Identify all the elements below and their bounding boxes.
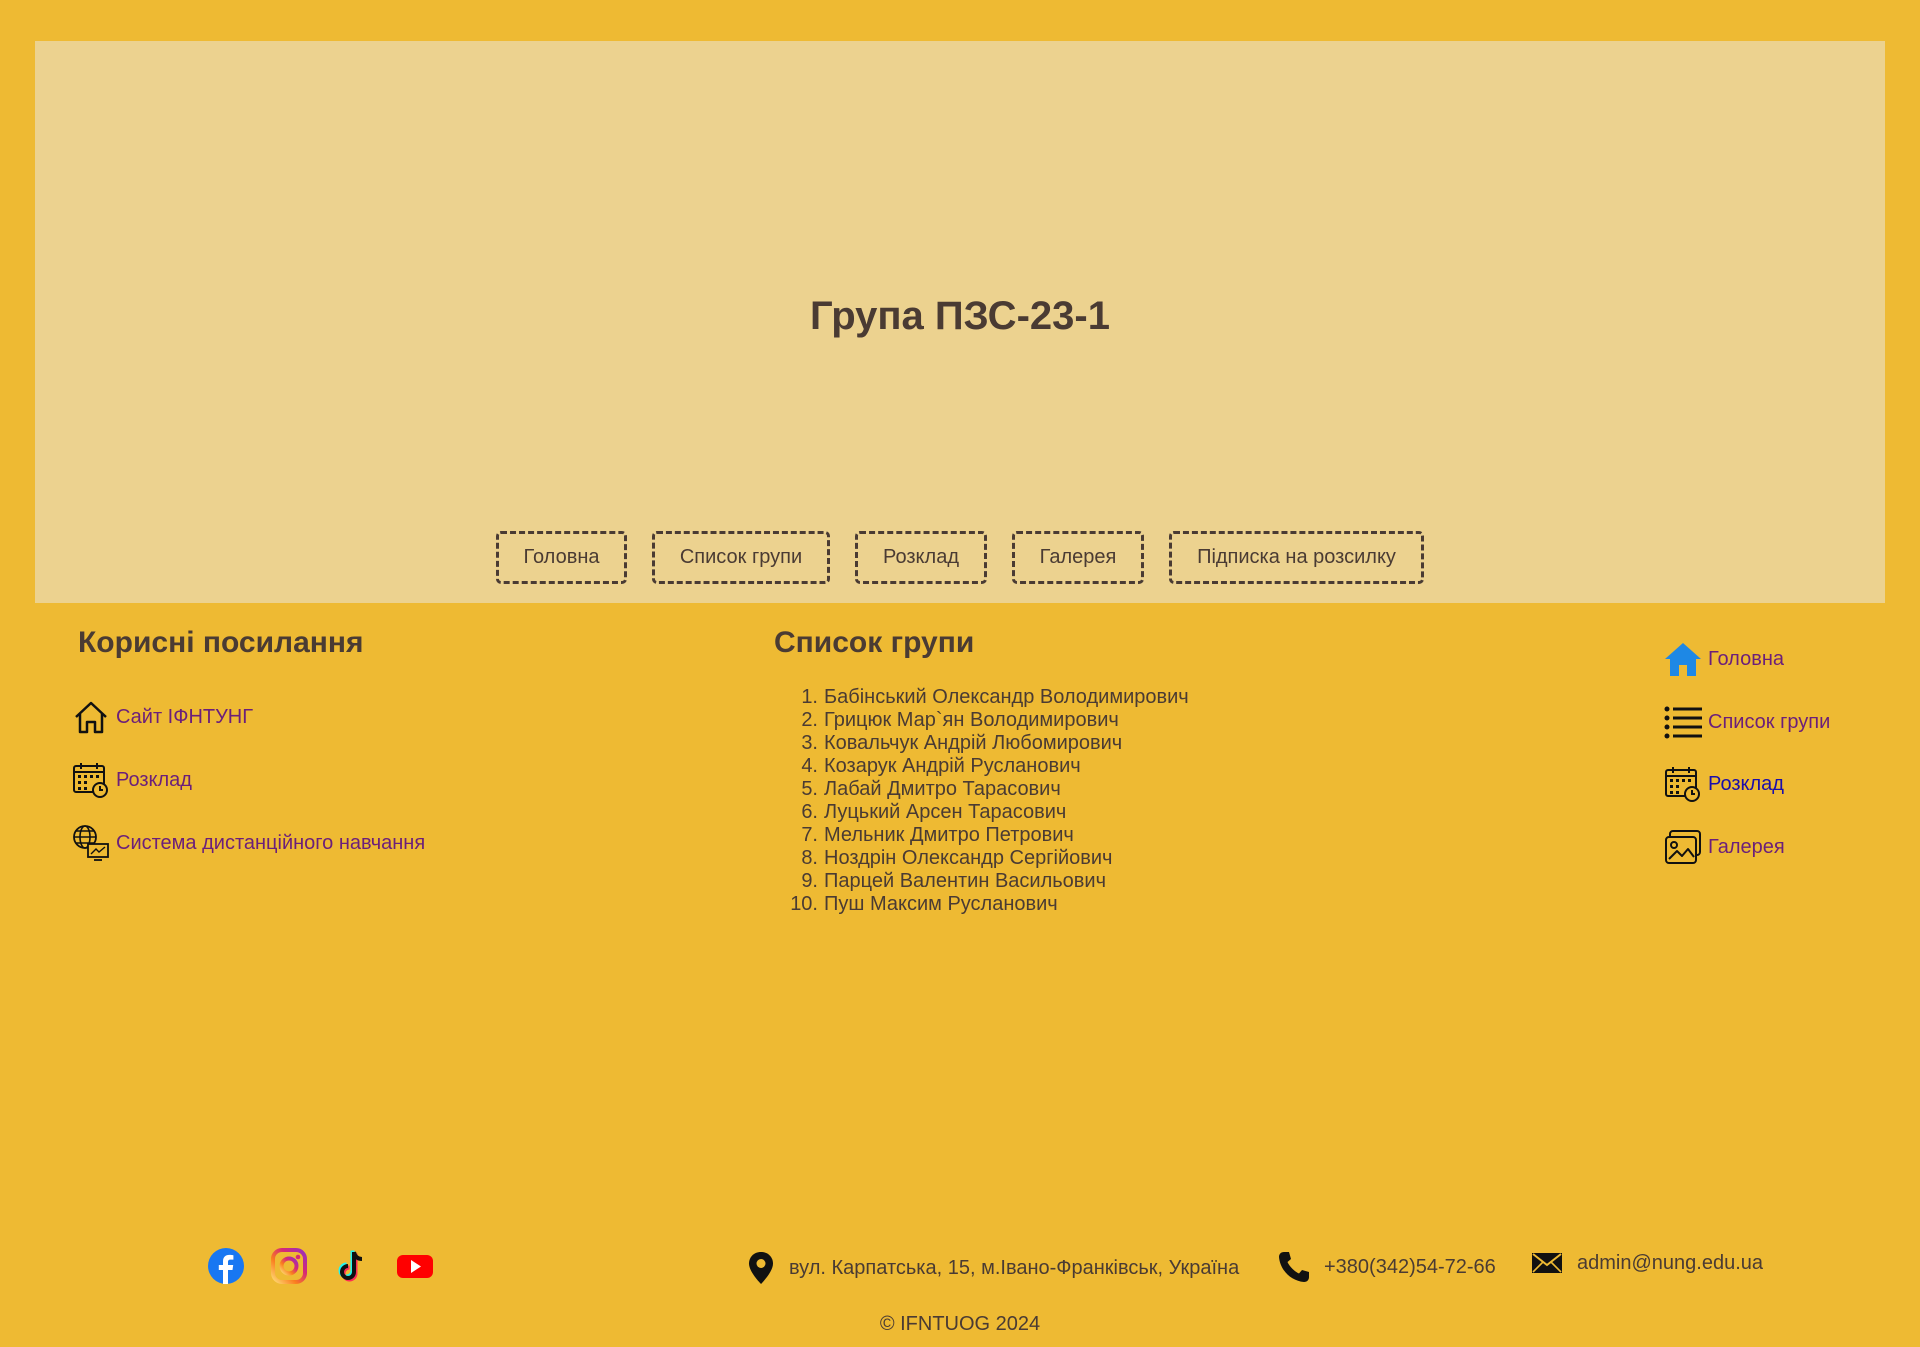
- youtube-icon[interactable]: [396, 1247, 434, 1285]
- tiktok-icon[interactable]: [333, 1247, 371, 1285]
- phone-text: +380(342)54-72-66: [1324, 1255, 1496, 1278]
- nav-group-list-button[interactable]: Список групи: [652, 531, 830, 584]
- link-schedule-label: Розклад: [116, 768, 192, 791]
- phone-icon: [1279, 1252, 1309, 1282]
- side-nav-gallery-label: Галерея: [1708, 835, 1785, 858]
- copyright-text: © IFNTUOG 2024: [879, 1313, 1041, 1335]
- address-text: вул. Карпатська, 15, м.Івано-Франківськ,…: [789, 1256, 1240, 1279]
- student-list: 1. Бабінський Олександр Володимирович 2. Г…: [775, 686, 1189, 916]
- list-item: 1. Бабінський Олександр Володимирович: [801, 686, 1189, 708]
- side-nav-schedule[interactable]: Розклад: [1664, 765, 1784, 803]
- location-pin-icon: [749, 1252, 773, 1284]
- side-nav-schedule-label: Розклад: [1708, 772, 1784, 795]
- list-item: 6. Луцький Арсен Тарасович: [801, 801, 1067, 823]
- address-contact: вул. Карпатська, 15, м.Івано-Франківськ,…: [747, 1251, 1239, 1285]
- list-item: 2. Грицюк Мар`ян Володимирович: [801, 709, 1119, 731]
- side-nav-home-label: Головна: [1708, 647, 1784, 670]
- list-item: 7. Мельник Дмитро Петрович: [801, 824, 1074, 846]
- nav-subscribe-button[interactable]: Підписка на розсилку: [1169, 531, 1424, 584]
- nav-home-button[interactable]: Головна: [496, 531, 627, 584]
- side-nav-group-list[interactable]: Список групи: [1664, 703, 1830, 741]
- envelope-icon: [1532, 1253, 1562, 1273]
- nav-schedule-button[interactable]: Розклад: [855, 531, 987, 584]
- list-item: 3. Ковальчук Андрій Любомирович: [801, 732, 1123, 754]
- facebook-icon[interactable]: [207, 1247, 245, 1285]
- list-item: 8. Ноздрін Олександр Сергійович: [801, 847, 1113, 869]
- list-icon: [1664, 706, 1702, 739]
- email-contact: admin@nung.edu.ua: [1531, 1251, 1763, 1275]
- useful-links-title: Корисні посилання: [78, 626, 364, 659]
- instagram-icon[interactable]: [270, 1247, 308, 1285]
- list-item: 10. Пуш Максим Русланович: [790, 893, 1058, 915]
- link-distance-learning-label: Система дистанційного навчання: [116, 831, 426, 854]
- header-banner: Група ПЗС-23-1 Головна Список групи Розк…: [35, 41, 1885, 603]
- main-nav: Головна Список групи Розклад Галерея Під…: [35, 531, 1885, 584]
- link-university-site[interactable]: Сайт ІФНТУНГ: [72, 698, 253, 736]
- home-filled-icon: [1665, 643, 1701, 676]
- list-item: 4. Козарук Андрій Русланович: [801, 755, 1081, 777]
- page-title: Група ПЗС-23-1: [810, 294, 1110, 338]
- group-list-title: Список групи: [774, 626, 975, 659]
- calendar-clock-icon: [73, 763, 108, 798]
- link-distance-learning[interactable]: Система дистанційного навчання: [72, 824, 425, 862]
- globe-monitor-icon: [73, 825, 109, 861]
- side-nav-group-list-label: Список групи: [1708, 710, 1831, 733]
- phone-contact: +380(342)54-72-66: [1278, 1251, 1496, 1283]
- social-links: [207, 1247, 434, 1285]
- email-text: admin@nung.edu.ua: [1577, 1251, 1763, 1274]
- list-item: 5. Лабай Дмитро Тарасович: [801, 778, 1061, 800]
- link-university-site-label: Сайт ІФНТУНГ: [116, 705, 254, 728]
- list-item: 9. Парцей Валентин Васильович: [801, 870, 1107, 892]
- calendar-clock-icon: [1665, 767, 1700, 802]
- gallery-icon: [1665, 830, 1701, 864]
- side-nav-home[interactable]: Головна: [1664, 640, 1784, 678]
- side-nav-gallery[interactable]: Галерея: [1664, 828, 1785, 866]
- nav-gallery-button[interactable]: Галерея: [1012, 531, 1144, 584]
- home-outline-icon: [75, 701, 107, 734]
- link-schedule[interactable]: Розклад: [72, 761, 192, 799]
